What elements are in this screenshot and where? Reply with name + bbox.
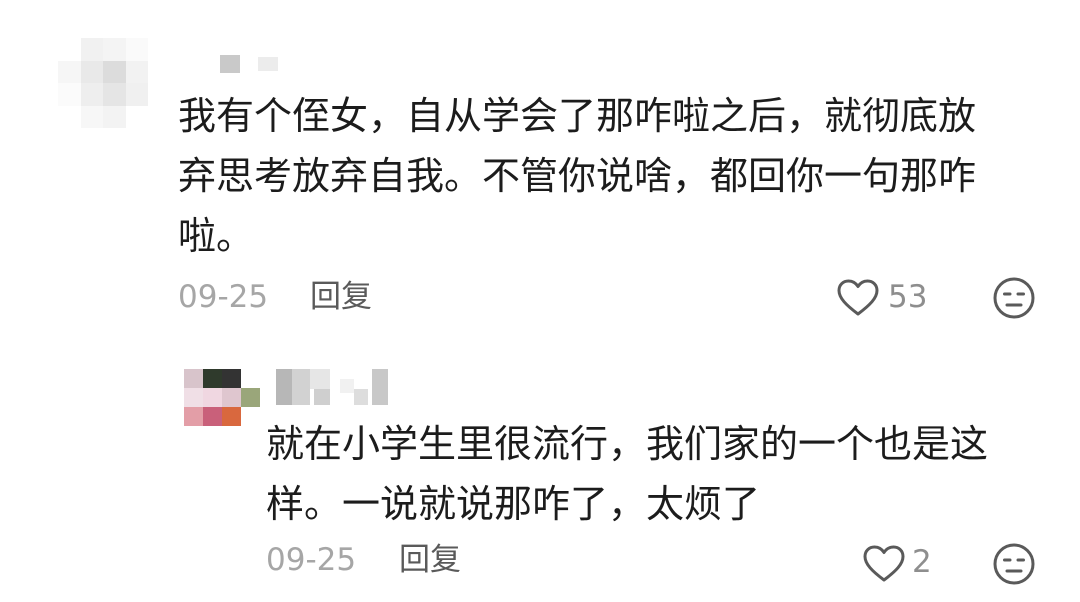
neutral-face-icon[interactable] [992, 276, 1036, 320]
username[interactable] [276, 369, 406, 405]
avatar[interactable] [184, 369, 241, 426]
heart-outline-icon [862, 544, 906, 584]
reply-button[interactable]: 回复 [310, 277, 372, 317]
comment-date: 09-25 [178, 279, 269, 315]
heart-outline-icon [836, 278, 880, 318]
neutral-face-icon[interactable] [992, 542, 1036, 586]
comment-text: 我有个侄女，自从学会了那咋啦之后，就彻底放 弃思考放弃自我。不管你说啥，都回你一… [178, 94, 977, 258]
comment-text: 就在小学生里很流行，我们家的一个也是这 样。一说就说那咋了，太烦了 [266, 422, 989, 526]
reply-button[interactable]: 回复 [399, 540, 461, 580]
avatar[interactable] [58, 38, 148, 128]
username[interactable] [220, 55, 280, 73]
like-count: 2 [912, 544, 932, 580]
like-count: 53 [888, 279, 928, 315]
comment-date: 09-25 [266, 542, 357, 578]
